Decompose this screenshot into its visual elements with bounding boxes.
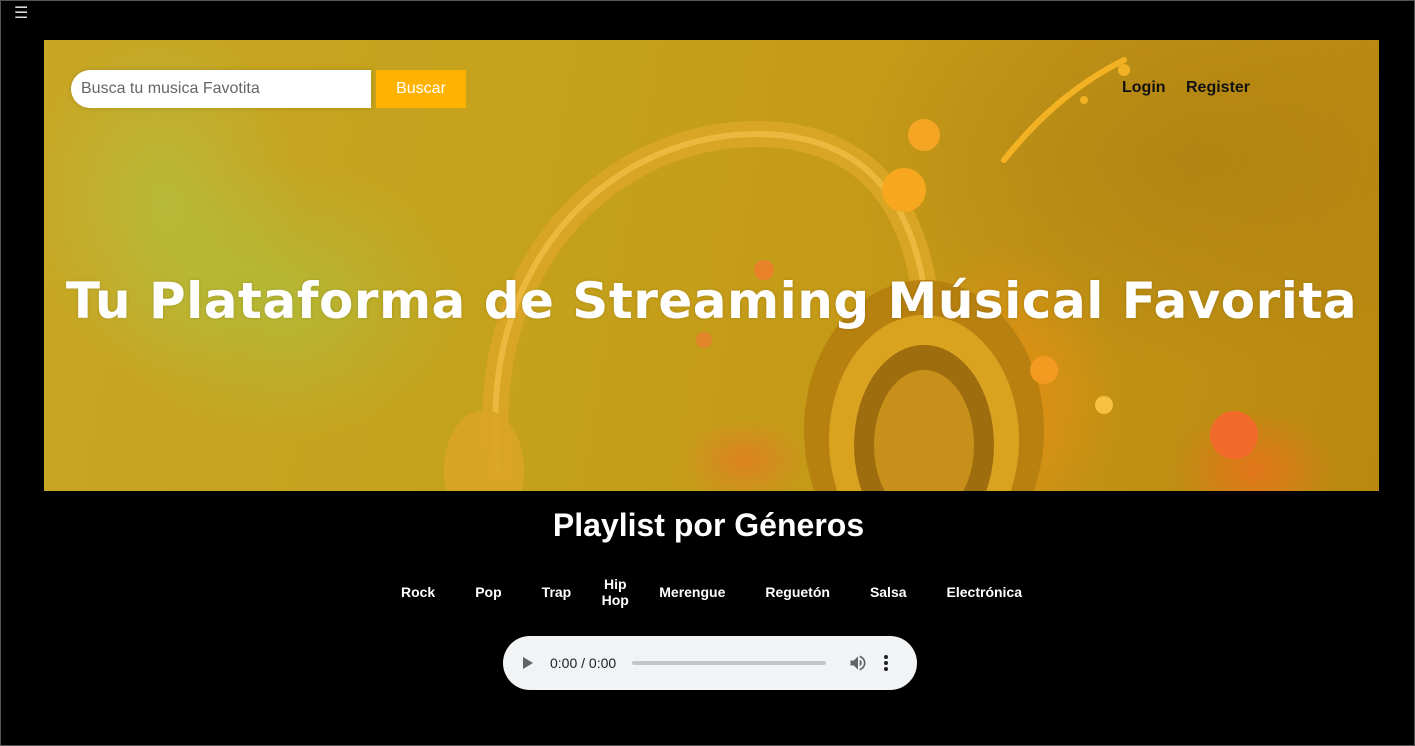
register-link[interactable]: Register — [1186, 79, 1250, 97]
volume-icon[interactable] — [848, 653, 868, 673]
genre-link-trap[interactable]: Trap — [522, 584, 592, 600]
time-display: 0:00 / 0:00 — [550, 655, 617, 671]
genre-link-salsa[interactable]: Salsa — [850, 584, 927, 600]
genre-nav: Rock Pop Trap Hip Hop Merengue Reguetón … — [1, 575, 1415, 609]
genre-link-rock[interactable]: Rock — [381, 584, 455, 600]
hero-banner: Buscar Login Register Tu Plataforma de S… — [44, 40, 1379, 491]
genre-link-hip-hop[interactable]: Hip Hop — [591, 576, 639, 608]
more-options-icon[interactable] — [880, 653, 892, 673]
genre-link-pop[interactable]: Pop — [455, 584, 521, 600]
login-link[interactable]: Login — [1122, 79, 1166, 97]
genres-section-title: Playlist por Géneros — [552, 507, 865, 543]
play-icon[interactable] — [523, 657, 533, 669]
audio-player: 0:00 / 0:00 — [503, 636, 917, 690]
progress-bar[interactable] — [632, 661, 827, 665]
genre-link-merengue[interactable]: Merengue — [639, 584, 745, 600]
search-input[interactable] — [71, 70, 371, 108]
genre-link-electronica[interactable]: Electrónica — [927, 584, 1042, 600]
search-button[interactable]: Buscar — [376, 70, 466, 108]
hamburger-menu-icon[interactable]: ☰ — [14, 4, 28, 22]
hero-title: Tu Plataforma de Streaming Músical Favor… — [65, 272, 1358, 330]
genre-link-regueton[interactable]: Reguetón — [745, 584, 850, 600]
